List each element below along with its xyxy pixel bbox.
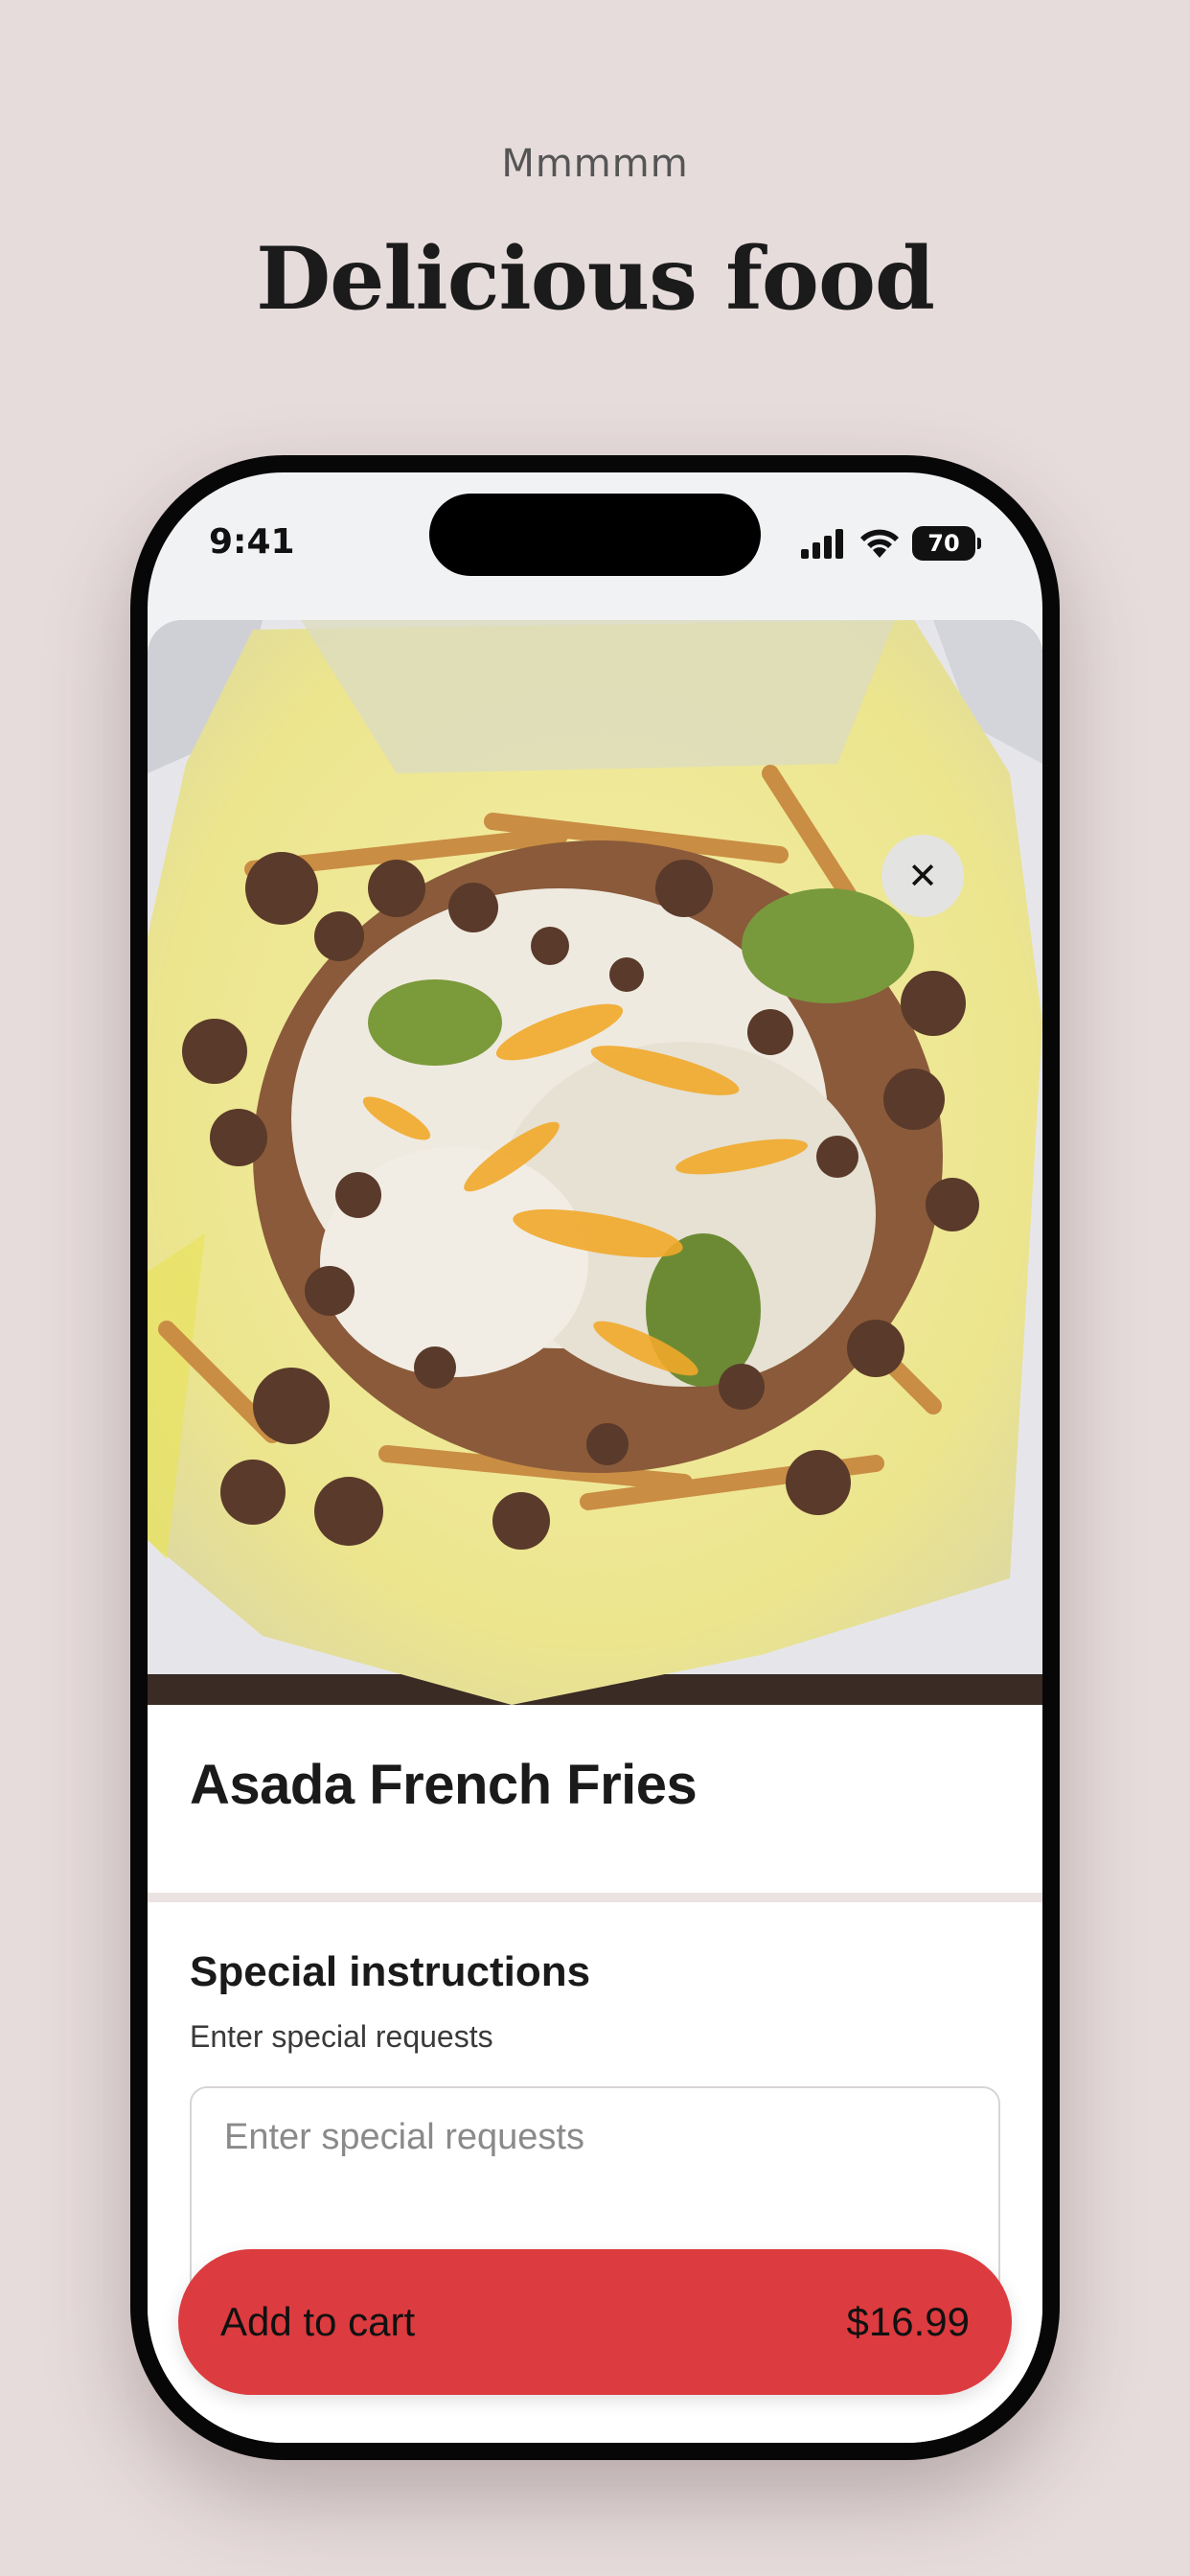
- phone-screen: 9:41 70 ✕ Asada French Fries Special ins…: [148, 472, 1042, 2443]
- wifi-icon: [860, 529, 899, 558]
- status-bar: 9:41 70: [148, 472, 1042, 597]
- status-icons: 70: [799, 526, 981, 561]
- eyebrow-text: Mmmmm: [501, 142, 689, 186]
- battery-level: 70: [912, 526, 975, 561]
- dynamic-island: [429, 494, 761, 576]
- item-name: Asada French Fries: [190, 1754, 698, 1816]
- item-price: $16.99: [846, 2299, 970, 2344]
- status-time: 9:41: [209, 522, 295, 562]
- special-instructions-title: Special instructions: [190, 1948, 591, 1995]
- headline: Delicious food: [256, 228, 935, 330]
- close-button[interactable]: ✕: [881, 835, 964, 917]
- add-to-cart-label: Add to cart: [220, 2299, 416, 2344]
- special-instructions-subtitle: Enter special requests: [190, 2019, 493, 2054]
- section-divider: [148, 1893, 1042, 1902]
- battery-icon: 70: [912, 526, 981, 561]
- cellular-signal-icon: [801, 529, 843, 559]
- add-to-cart-button[interactable]: Add to cart $16.99: [178, 2249, 1012, 2395]
- asada-fries-image: [148, 620, 1042, 1705]
- item-photo: ✕: [148, 620, 1042, 1705]
- battery-tip: [977, 538, 981, 549]
- phone-frame: 9:41 70 ✕ Asada French Fries Special ins…: [130, 455, 1060, 2460]
- close-icon: ✕: [907, 855, 938, 897]
